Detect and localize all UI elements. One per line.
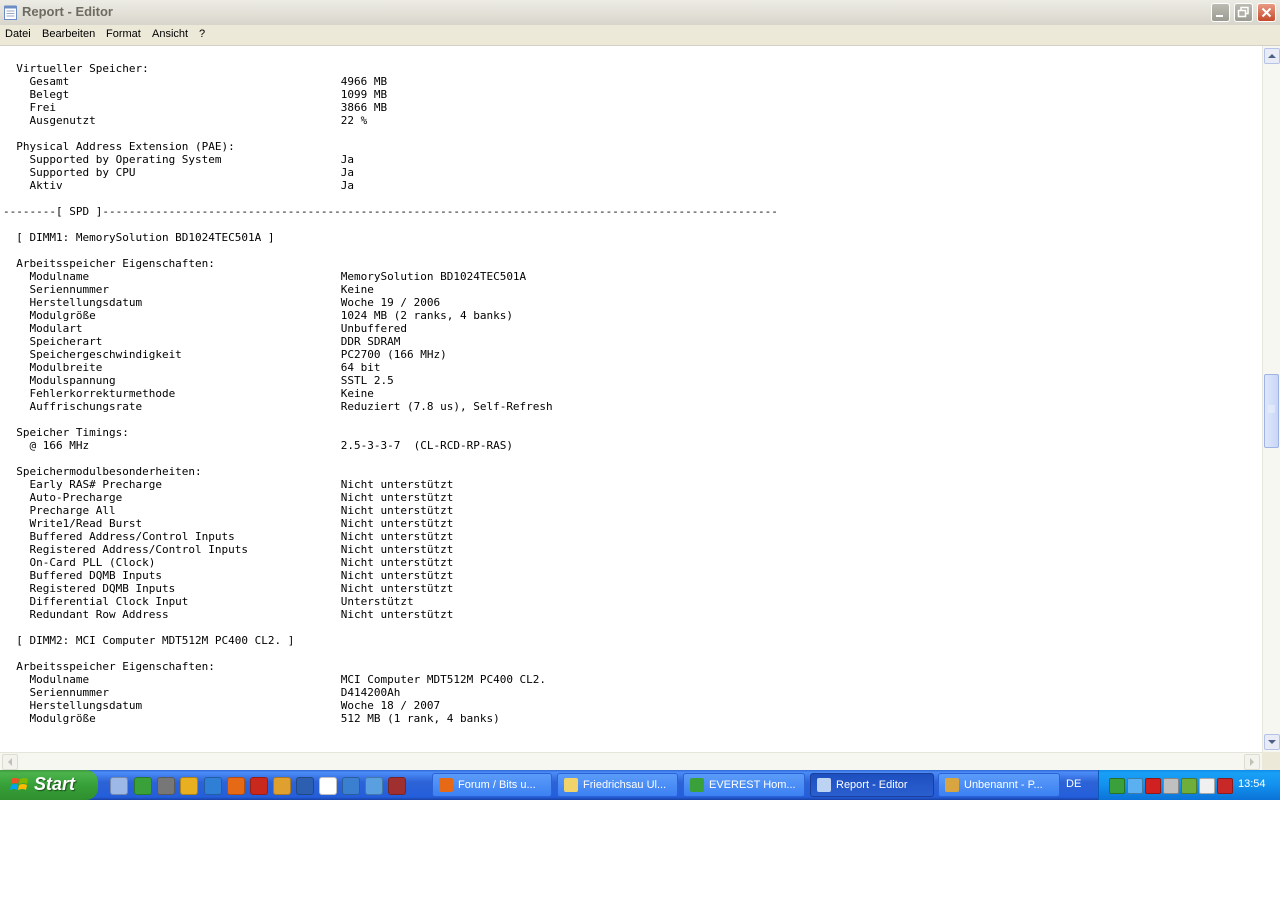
info-icon[interactable] — [134, 777, 152, 795]
media-player-icon[interactable] — [296, 777, 314, 795]
menu-help[interactable]: ? — [199, 28, 205, 40]
restore-icon — [1237, 6, 1249, 18]
security-shield-icon[interactable] — [1217, 778, 1233, 794]
paint-icon — [945, 778, 959, 792]
desktop-icon[interactable] — [110, 777, 128, 795]
opera-icon[interactable] — [250, 777, 268, 795]
program-tray-icon[interactable] — [1181, 778, 1197, 794]
taskbar-button[interactable]: Unbenannt - P... — [938, 773, 1060, 797]
menu-ansicht[interactable]: Ansicht — [152, 28, 188, 40]
messenger-icon[interactable] — [365, 777, 383, 795]
arrow-left-icon — [8, 758, 12, 766]
restore-button[interactable] — [1234, 3, 1253, 22]
grip-icon — [1268, 405, 1275, 413]
document-text: Virtueller Speicher: Gesamt 4966 MB Bele… — [3, 62, 778, 725]
start-button[interactable]: Start — [0, 770, 98, 800]
taskbar-button-label: EVEREST Hom... — [709, 779, 796, 791]
speaker-tray-icon[interactable] — [1163, 778, 1179, 794]
network-icon[interactable] — [342, 777, 360, 795]
everest-icon — [690, 778, 704, 792]
close-button[interactable] — [1257, 3, 1276, 22]
clock[interactable]: 13:54 — [1238, 778, 1266, 790]
language-indicator[interactable]: DE — [1066, 778, 1081, 790]
ie-icon[interactable] — [204, 777, 222, 795]
scroll-left-button[interactable] — [2, 754, 18, 770]
notepad-icon — [4, 5, 17, 20]
scroll-right-button[interactable] — [1244, 754, 1260, 770]
notepad-icon — [817, 778, 831, 792]
menu-datei[interactable]: Datei — [5, 28, 31, 40]
game-icon[interactable] — [157, 777, 175, 795]
tool-icon[interactable] — [388, 777, 406, 795]
vertical-scroll-thumb[interactable] — [1264, 374, 1279, 448]
text-area[interactable]: Virtueller Speicher: Gesamt 4966 MB Bele… — [0, 46, 1262, 752]
taskbar: Start Forum / Bits u... Friedrichsau Ul..… — [0, 770, 1280, 800]
firefox-icon[interactable] — [227, 777, 245, 795]
scroll-up-button[interactable] — [1264, 48, 1280, 64]
arrow-up-icon — [1268, 54, 1276, 58]
close-icon — [1261, 7, 1272, 18]
taskbar-button[interactable]: Report - Editor — [810, 773, 934, 797]
scroll-down-button[interactable] — [1264, 734, 1280, 750]
menu-bearbeiten[interactable]: Bearbeiten — [42, 28, 95, 40]
taskbar-button-label: Forum / Bits u... — [458, 779, 536, 791]
taskbar-button-label: Friedrichsau Ul... — [583, 779, 667, 791]
taskbar-button-label: Unbenannt - P... — [964, 779, 1043, 791]
start-label: Start — [34, 774, 76, 794]
menu-format[interactable]: Format — [106, 28, 141, 40]
console-icon[interactable] — [319, 777, 337, 795]
title-bar[interactable]: Report - Editor — [0, 0, 1280, 26]
taskbar-button[interactable]: Friedrichsau Ul... — [557, 773, 678, 797]
arrow-right-icon — [1250, 758, 1254, 766]
minimize-button[interactable] — [1211, 3, 1230, 22]
network-tray-icon[interactable] — [1127, 778, 1143, 794]
arrow-down-icon — [1268, 740, 1276, 744]
taskbar-button[interactable]: Forum / Bits u... — [432, 773, 552, 797]
scrollbar-corner — [1262, 752, 1280, 770]
firefox-icon — [439, 778, 453, 792]
taskbar-button-label: Report - Editor — [836, 779, 908, 791]
minimize-icon — [1216, 15, 1223, 17]
menu-bar: Datei Bearbeiten Format Ansicht ? — [0, 25, 1280, 46]
safely-remove-icon[interactable] — [1199, 778, 1215, 794]
windows-logo-icon — [10, 778, 28, 790]
taskbar-button[interactable]: EVEREST Hom... — [683, 773, 805, 797]
vertical-scrollbar[interactable] — [1262, 46, 1280, 752]
chrome-icon[interactable] — [180, 777, 198, 795]
window-title: Report - Editor — [22, 4, 113, 19]
firefox-alt-icon[interactable] — [273, 777, 291, 795]
folder-icon — [564, 778, 578, 792]
antivirus-tray-icon[interactable] — [1145, 778, 1161, 794]
everest-tray-icon[interactable] — [1109, 778, 1125, 794]
horizontal-scrollbar[interactable] — [0, 752, 1262, 770]
